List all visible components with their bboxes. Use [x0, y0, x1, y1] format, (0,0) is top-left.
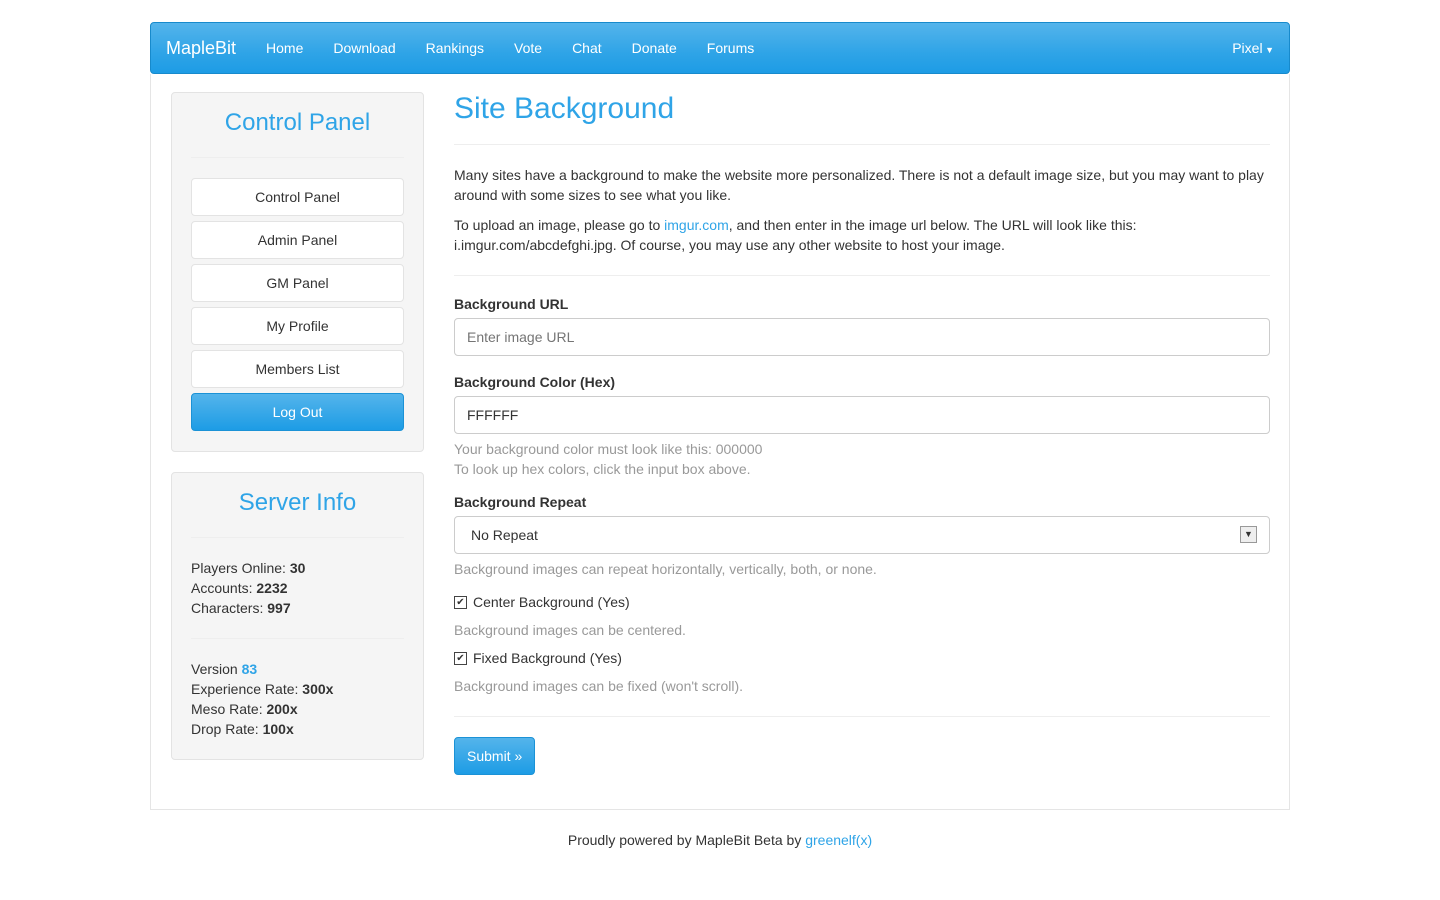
gm-panel-button[interactable]: GM Panel [191, 264, 404, 302]
accounts: Accounts: 2232 [191, 580, 288, 596]
footer: Proudly powered by MapleBit Beta by gree… [567, 832, 873, 848]
fixed-checkbox[interactable]: ✔ Fixed Background (Yes) [454, 650, 1270, 666]
nav-download[interactable]: Download [318, 40, 410, 56]
drop-rate: Drop Rate: 100x [191, 721, 294, 737]
upload-text: To upload an image, please go to imgur.c… [454, 217, 1137, 253]
nav-rankings[interactable]: Rankings [411, 40, 499, 56]
brand-logo[interactable]: MapleBit [166, 38, 236, 59]
characters: Characters: 997 [191, 600, 291, 616]
nav-chat[interactable]: Chat [557, 40, 617, 56]
main-content: Site Background Many sites have a backgr… [454, 74, 1270, 775]
checkbox-checked-icon[interactable]: ✔ [454, 651, 467, 665]
logout-button[interactable]: Log Out [191, 393, 404, 431]
url-label: Background URL [454, 296, 569, 312]
divider [191, 638, 404, 639]
imgur-link[interactable]: imgur.com [664, 217, 729, 233]
checkbox-checked-icon[interactable]: ✔ [454, 595, 467, 609]
meso-rate: Meso Rate: 200x [191, 701, 298, 717]
intro-text: Many sites have a background to make the… [454, 167, 1264, 203]
submit-button[interactable]: Submit » [454, 737, 536, 775]
nav-donate[interactable]: Donate [617, 40, 692, 56]
center-checkbox[interactable]: ✔ Center Background (Yes) [454, 594, 1270, 610]
color-help: Your background color must look like thi… [454, 441, 763, 457]
fixed-help: Background images can be fixed (won't sc… [454, 678, 744, 694]
control-panel-title: Control Panel [191, 109, 404, 158]
background-url-input[interactable] [454, 318, 1270, 356]
content-container: Control Panel Control Panel Admin Panel … [150, 74, 1290, 810]
admin-panel-button[interactable]: Admin Panel [191, 221, 404, 259]
version: Version 83 [191, 661, 258, 677]
nav-forums[interactable]: Forums [692, 40, 769, 56]
repeat-label: Background Repeat [454, 494, 587, 510]
server-info-title: Server Info [191, 489, 404, 538]
nav-home[interactable]: Home [251, 40, 318, 56]
background-repeat-select[interactable]: No Repeat ▼ [454, 516, 1270, 554]
center-help: Background images can be centered. [454, 622, 686, 638]
color-label: Background Color (Hex) [454, 374, 616, 390]
my-profile-button[interactable]: My Profile [191, 307, 404, 345]
navbar: MapleBit Home Download Rankings Vote Cha… [150, 22, 1290, 74]
author-link[interactable]: greenelf(x) [805, 832, 872, 848]
players-online: Players Online: 30 [191, 560, 306, 576]
control-panel-well: Control Panel Control Panel Admin Panel … [171, 92, 424, 452]
exp-rate: Experience Rate: 300x [191, 681, 334, 697]
nav-vote[interactable]: Vote [499, 40, 557, 56]
user-menu[interactable]: Pixel ▼ [1232, 40, 1274, 56]
caret-down-icon: ▼ [1262, 45, 1274, 55]
color-help-2: To look up hex colors, click the input b… [454, 461, 751, 477]
server-info-well: Server Info Players Online: 30 Accounts:… [171, 472, 424, 760]
repeat-value: No Repeat [471, 527, 538, 543]
control-panel-button[interactable]: Control Panel [191, 178, 404, 216]
chevron-down-icon: ▼ [1240, 526, 1257, 543]
user-name: Pixel [1232, 40, 1263, 56]
repeat-help: Background images can repeat horizontall… [454, 561, 877, 577]
background-color-input[interactable]: FFFFFF [454, 396, 1270, 434]
page-title: Site Background [454, 92, 1270, 145]
members-list-button[interactable]: Members List [191, 350, 404, 388]
